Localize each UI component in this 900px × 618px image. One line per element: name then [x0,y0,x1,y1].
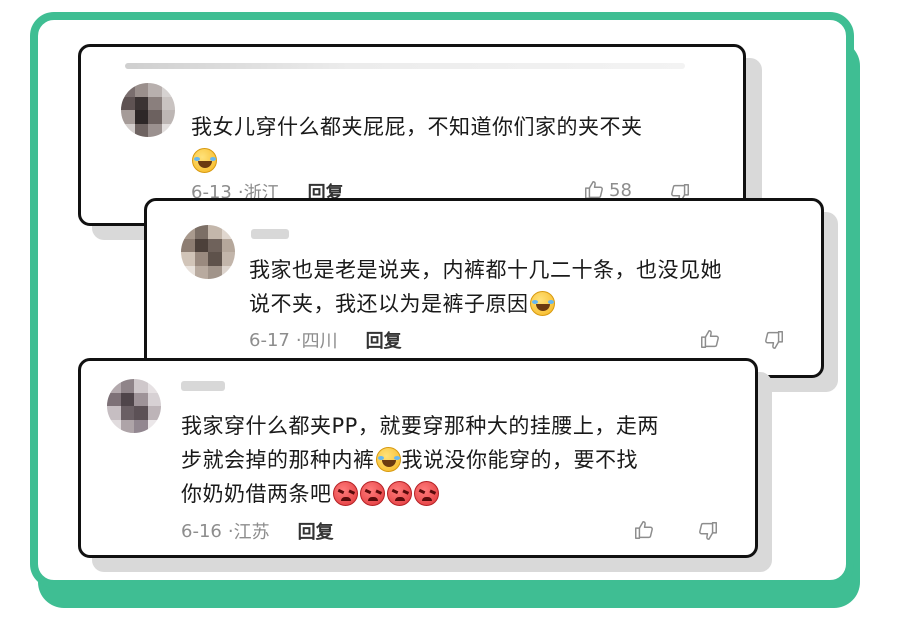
comment-body-line-1: 我家穿什么都夹PP，就要穿那种大的挂腰上，走两 [181,414,659,438]
thumbs-up-icon [701,330,719,348]
reply-button[interactable]: 回复 [366,327,402,353]
blurred-username [251,229,289,239]
avatar[interactable] [121,83,175,137]
thumbs-down-icon[interactable] [697,520,719,542]
comment-text: 我女儿穿什么都夹屁屁，不知道你们家的夹不夹 [191,110,731,178]
laughing-crying-emoji-icon [529,291,555,316]
angry-emoji-icon [413,481,439,506]
comment-meta: 6-17 · 四川 回复 [249,327,402,353]
blurred-username [181,381,225,391]
avatar[interactable] [181,225,235,279]
comment-text: 我家穿什么都夹PP，就要穿那种大的挂腰上，走两 步就会掉的那种内裤 我说没你能穿的… [181,409,751,511]
angry-emoji-icon [359,481,385,506]
thumbs-down-icon[interactable] [763,329,785,351]
like-button[interactable] [633,519,659,541]
comment-card-2: 我家也是老是说夹，内裤都十几二十条，也没见她 说不夹，我还以为是裤子原因 6-1… [144,198,824,378]
comment-card-3: 我家穿什么都夹PP，就要穿那种大的挂腰上，走两 步就会掉的那种内裤 我说没你能穿的… [78,358,758,558]
laughing-crying-emoji-icon [192,148,217,173]
reply-button[interactable]: 回复 [298,518,334,544]
comment-meta: 6-16 · 江苏 回复 [181,518,334,544]
angry-emoji-icon [332,481,358,506]
comment-date: 6-16 [181,520,222,542]
thumbs-up-icon [635,521,653,539]
comment-text: 我家也是老是说夹，内裤都十几二十条，也没见她 说不夹，我还以为是裤子原因 [249,253,809,321]
comment-location: 四川 [301,331,338,352]
angry-emoji-icon [386,481,412,506]
blurred-top-edge [125,63,685,69]
avatar[interactable] [107,379,161,433]
comment-body-line-2a: 步就会掉的那种内裤 [181,448,375,472]
like-button[interactable] [699,328,725,350]
comment-body-line-1: 我家也是老是说夹，内裤都十几二十条，也没见她 [249,258,722,282]
comment-body-line-2: 说不夹，我还以为是裤子原因 [249,292,529,316]
comment-date: 6-17 [249,329,290,351]
comment-body-line-2b: 我说没你能穿的，要不找 [401,448,638,472]
comment-body: 我女儿穿什么都夹屁屁，不知道你们家的夹不夹 [191,115,643,139]
laughing-crying-emoji-icon [375,447,401,472]
comment-body-line-3: 你奶奶借两条吧 [181,482,332,506]
comment-location: 江苏 [233,522,270,543]
